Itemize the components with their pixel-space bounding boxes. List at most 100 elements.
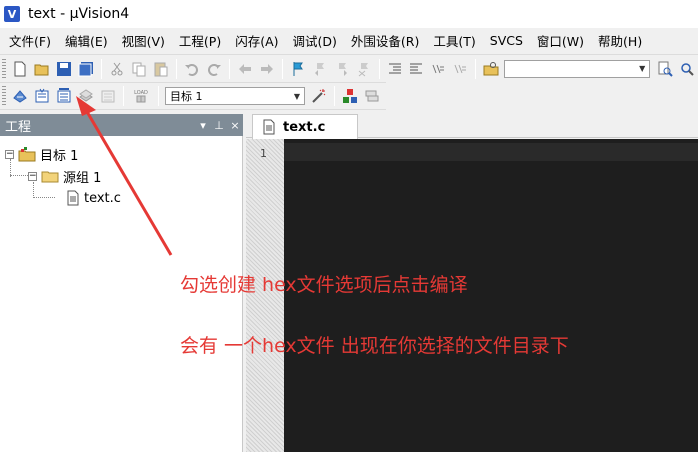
bookmark-flag-icon [293, 61, 303, 76]
menu-file[interactable]: 文件(F) [2, 31, 58, 50]
menu-peripherals[interactable]: 外围设备(R) [344, 31, 426, 50]
open-folder-icon [34, 64, 49, 75]
annotation-line-2: 会有 一个hex文件 出现在你选择的文件目录下 [180, 335, 569, 357]
build-icon [35, 88, 49, 103]
menu-flash[interactable]: 闪存(A) [228, 31, 285, 50]
select-packs-button[interactable] [361, 85, 383, 107]
menu-debug[interactable]: 调试(D) [286, 31, 344, 50]
save-all-button[interactable] [75, 58, 97, 80]
cut-button[interactable] [106, 58, 128, 80]
unindent-button[interactable] [406, 58, 428, 80]
next-bookmark-button[interactable] [331, 58, 353, 80]
tree-line [33, 197, 55, 198]
current-line-highlight [284, 143, 698, 161]
navigate-back-button[interactable] [234, 58, 256, 80]
target-icon [18, 146, 36, 162]
menu-svcs[interactable]: SVCS [483, 33, 530, 48]
tab-label: text.c [283, 119, 326, 135]
menu-tools[interactable]: 工具(T) [426, 31, 482, 50]
find-in-files-icon [483, 61, 499, 75]
toolbar-separator [123, 86, 124, 106]
bookmark-next-icon [338, 62, 347, 76]
undo-icon [184, 63, 198, 76]
tree-item-label: 源组 1 [63, 170, 102, 186]
indent-button[interactable] [384, 58, 406, 80]
project-panel-title: 工程 [5, 119, 32, 135]
tree-item-file[interactable]: text.c [66, 188, 121, 208]
save-icon [56, 61, 71, 76]
undo-button[interactable] [181, 58, 203, 80]
incremental-find-icon [681, 62, 694, 76]
c-file-icon [261, 119, 277, 135]
toolbar-grip[interactable] [2, 86, 6, 106]
toolbar-separator [475, 58, 477, 79]
find-combo[interactable]: ▼ [504, 59, 651, 78]
stop-build-icon [101, 90, 115, 103]
paste-button[interactable] [150, 58, 172, 80]
navigate-forward-button[interactable] [256, 58, 278, 80]
download-button[interactable]: LOAD [128, 85, 154, 107]
line-number: 1 [260, 147, 267, 160]
menu-view[interactable]: 视图(V) [115, 31, 172, 50]
rebuild-button[interactable] [53, 85, 75, 107]
chevron-down-icon[interactable]: ▼ [290, 88, 304, 104]
stop-build-button[interactable] [97, 85, 119, 107]
file-toolbar: ▼ [0, 54, 698, 82]
menu-window[interactable]: 窗口(W) [530, 31, 591, 50]
tab-text-c[interactable]: text.c [252, 114, 358, 139]
components-icon [343, 89, 357, 103]
toolbar-separator [228, 58, 230, 79]
manage-components-button[interactable] [339, 85, 361, 107]
batch-build-button[interactable] [75, 85, 97, 107]
uvision-app-icon: V [4, 6, 20, 22]
bookmark-clear-icon [358, 62, 368, 76]
pin-icon[interactable]: ⊥ [211, 119, 227, 132]
comment-button[interactable] [427, 58, 449, 80]
collapse-toggle[interactable]: − [5, 149, 14, 159]
incremental-find-button[interactable] [676, 58, 698, 80]
build-button[interactable] [31, 85, 53, 107]
chevron-down-icon[interactable]: ▼ [635, 61, 649, 77]
copy-button[interactable] [128, 58, 150, 80]
target-select[interactable]: 目标 1 ▼ [165, 87, 305, 105]
folder-icon [41, 168, 59, 184]
uncomment-button[interactable] [449, 58, 471, 80]
translate-icon [13, 90, 27, 103]
cut-icon [111, 62, 123, 75]
translate-button[interactable] [9, 85, 31, 107]
prev-bookmark-button[interactable] [309, 58, 331, 80]
toolbar-separator [100, 58, 102, 79]
find-button[interactable] [654, 58, 676, 80]
window-title: text - µVision4 [28, 6, 130, 22]
tree-item-label: 目标 1 [40, 148, 79, 164]
tree-item-group[interactable]: − 源组 1 [28, 166, 101, 186]
close-icon[interactable]: × [227, 119, 243, 132]
project-panel-header: 工程 ▾ ⊥ × [0, 114, 243, 136]
collapse-toggle[interactable]: − [28, 171, 37, 181]
clear-bookmarks-button[interactable] [353, 58, 375, 80]
new-file-icon [14, 61, 26, 76]
new-file-button[interactable] [9, 58, 31, 80]
indent-icon [388, 63, 401, 73]
tree-line [10, 175, 28, 176]
c-file-icon [66, 190, 80, 206]
toolbar-separator [334, 86, 335, 106]
open-file-button[interactable] [31, 58, 53, 80]
find-in-files-button[interactable] [480, 58, 502, 80]
editor-tab-strip: text.c [246, 114, 698, 139]
insert-bookmark-button[interactable] [287, 58, 309, 80]
redo-button[interactable] [203, 58, 225, 80]
rebuild-icon [57, 88, 71, 103]
target-options-button[interactable] [308, 85, 330, 107]
bookmark-prev-icon [314, 62, 324, 76]
menu-help[interactable]: 帮助(H) [591, 31, 649, 50]
arrow-left-icon [238, 63, 251, 74]
menu-project[interactable]: 工程(P) [172, 31, 228, 50]
menu-edit[interactable]: 编辑(E) [58, 31, 115, 50]
copy-icon [132, 62, 146, 76]
load-label: LOAD [134, 90, 148, 96]
save-button[interactable] [53, 58, 75, 80]
tree-item-target[interactable]: − 目标 1 [5, 144, 78, 164]
toolbar-grip[interactable] [2, 58, 6, 79]
panel-menu-icon[interactable]: ▾ [195, 119, 211, 132]
